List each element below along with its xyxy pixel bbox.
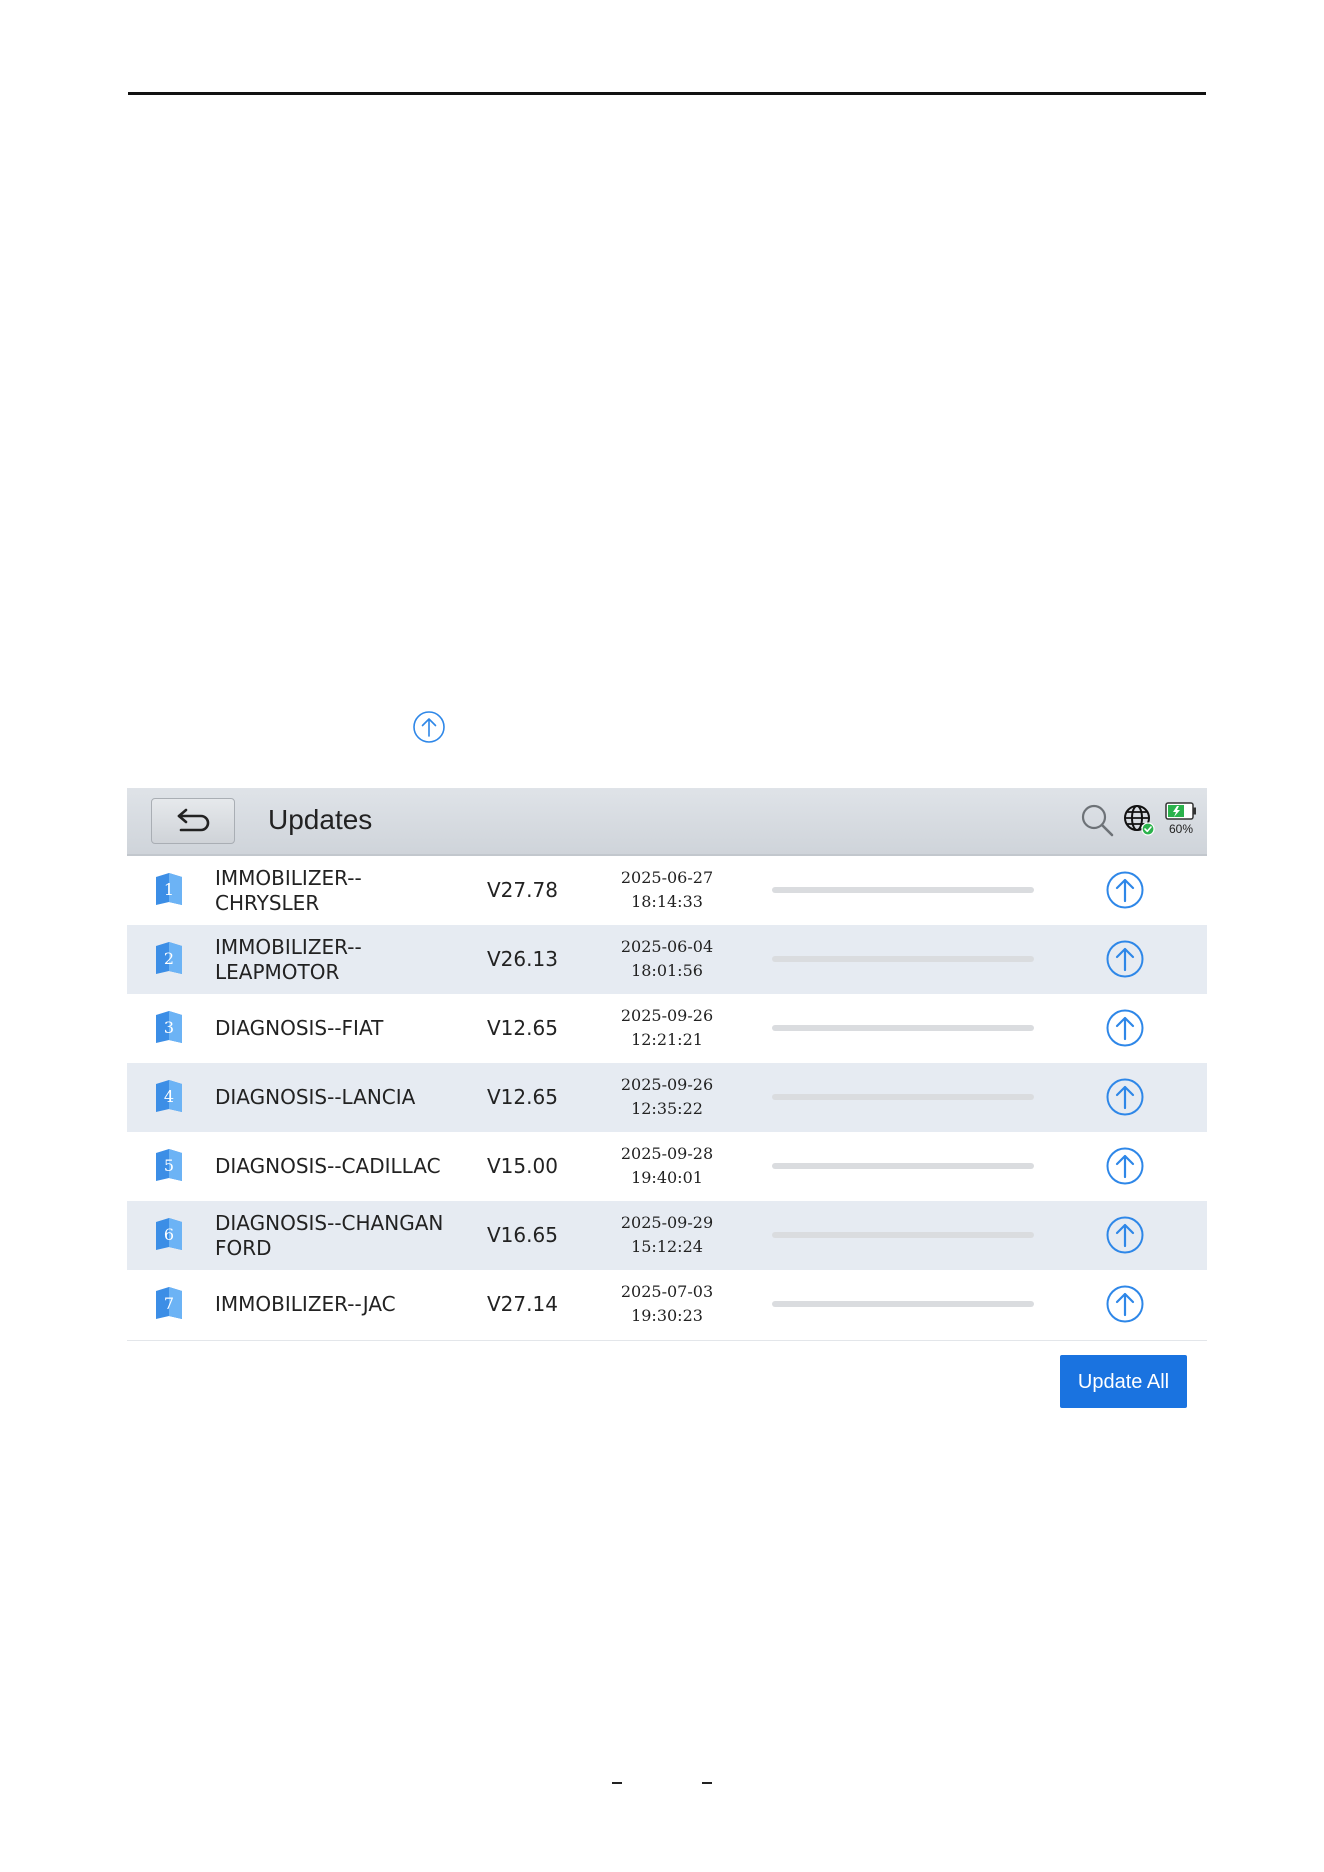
row-time: 19:40:01: [631, 1168, 703, 1187]
table-row: 7 IMMOBILIZER--JAC V27.14 2025-07-03 19:…: [127, 1270, 1207, 1339]
update-all-button[interactable]: Update All: [1060, 1355, 1187, 1408]
folder-badge-icon: 1: [153, 872, 185, 908]
row-date: 2025-06-27: [620, 868, 714, 887]
row-time: 12:21:21: [631, 1030, 703, 1049]
row-time: 18:01:56: [631, 961, 703, 980]
progress-bar: [772, 1301, 1034, 1307]
upload-arrow-icon: [1106, 1285, 1144, 1323]
row-name: IMMOBILIZER--JAC: [215, 1292, 396, 1316]
progress-bar: [772, 1163, 1034, 1169]
update-button[interactable]: [1105, 870, 1145, 910]
table-row: 5 DIAGNOSIS--CADILLAC V15.00 2025-09-28 …: [127, 1132, 1207, 1201]
folder-badge-icon: 3: [153, 1010, 185, 1046]
back-arrow-icon: [173, 808, 213, 834]
update-button[interactable]: [1105, 1146, 1145, 1186]
battery-icon: [1165, 802, 1197, 820]
footer-bar: Update All: [127, 1340, 1207, 1421]
progress-bar: [772, 887, 1034, 893]
upload-arrow-icon: [1106, 1078, 1144, 1116]
search-icon[interactable]: [1080, 803, 1114, 837]
progress-bar: [772, 1094, 1034, 1100]
row-time: 15:12:24: [631, 1237, 703, 1256]
row-index: 4: [163, 1087, 175, 1106]
row-datetime: 2025-09-29 15:12:24: [597, 1211, 737, 1259]
row-index: 2: [163, 949, 175, 968]
row-date: 2025-09-28: [620, 1144, 714, 1163]
row-name: IMMOBILIZER-- CHRYSLER: [215, 865, 362, 915]
row-name: DIAGNOSIS--CADILLAC: [215, 1154, 441, 1178]
row-version: V12.65: [487, 1085, 558, 1109]
row-datetime: 2025-09-28 19:40:01: [597, 1142, 737, 1190]
upload-arrow-icon: [1106, 871, 1144, 909]
globe-icon: [1123, 804, 1155, 836]
row-date: 2025-09-26: [620, 1006, 714, 1025]
row-datetime: 2025-06-27 18:14:33: [597, 866, 737, 914]
update-button[interactable]: [1105, 1284, 1145, 1324]
upload-arrow-icon: [412, 710, 446, 744]
row-name: DIAGNOSIS--CHANGAN FORD: [215, 1210, 444, 1260]
row-datetime: 2025-09-26 12:35:22: [597, 1073, 737, 1121]
title-bar: Updates 60%: [127, 788, 1207, 856]
update-list: 1 IMMOBILIZER-- CHRYSLER V27.78 2025-06-…: [127, 856, 1207, 1339]
progress-bar: [772, 956, 1034, 962]
upload-arrow-icon: [1106, 940, 1144, 978]
update-button[interactable]: [1105, 1077, 1145, 1117]
folder-badge-icon: 4: [153, 1079, 185, 1115]
row-version: V16.65: [487, 1223, 558, 1247]
row-date: 2025-06-04: [620, 937, 714, 956]
folder-badge-icon: 5: [153, 1148, 185, 1184]
folder-badge-icon: 2: [153, 941, 185, 977]
row-index: 3: [163, 1018, 175, 1037]
update-button[interactable]: [1105, 1215, 1145, 1255]
row-version: V27.14: [487, 1292, 558, 1316]
upload-arrow-icon: [1106, 1147, 1144, 1185]
row-datetime: 2025-09-26 12:21:21: [597, 1004, 737, 1052]
row-name: DIAGNOSIS--FIAT: [215, 1016, 384, 1040]
row-name: DIAGNOSIS--LANCIA: [215, 1085, 416, 1109]
folder-badge-icon: 7: [153, 1286, 185, 1322]
table-row: 2 IMMOBILIZER-- LEAPMOTOR V26.13 2025-06…: [127, 925, 1207, 994]
row-version: V12.65: [487, 1016, 558, 1040]
row-index: 6: [163, 1225, 175, 1244]
table-row: 6 DIAGNOSIS--CHANGAN FORD V16.65 2025-09…: [127, 1201, 1207, 1270]
row-index: 5: [163, 1156, 175, 1175]
row-datetime: 2025-07-03 19:30:23: [597, 1280, 737, 1328]
folder-badge-icon: 6: [153, 1217, 185, 1253]
upload-arrow-icon: [1106, 1216, 1144, 1254]
update-button[interactable]: [1105, 939, 1145, 979]
upload-arrow-icon: [1106, 1009, 1144, 1047]
battery-percent: 60%: [1168, 822, 1194, 836]
table-row: 3 DIAGNOSIS--FIAT V12.65 2025-09-26 12:2…: [127, 994, 1207, 1063]
row-date: 2025-09-26: [620, 1075, 714, 1094]
row-date: 2025-07-03: [620, 1282, 714, 1301]
row-date: 2025-09-29: [620, 1213, 714, 1232]
row-version: V26.13: [487, 947, 558, 971]
row-version: V27.78: [487, 878, 558, 902]
page-top-rule: [128, 92, 1206, 95]
row-version: V15.00: [487, 1154, 558, 1178]
row-index: 1: [163, 880, 175, 899]
table-row: 1 IMMOBILIZER-- CHRYSLER V27.78 2025-06-…: [127, 856, 1207, 925]
row-time: 18:14:33: [631, 892, 703, 911]
row-datetime: 2025-06-04 18:01:56: [597, 935, 737, 983]
progress-bar: [772, 1232, 1034, 1238]
page-title: Updates: [268, 804, 373, 835]
update-button[interactable]: [1105, 1008, 1145, 1048]
row-time: 19:30:23: [631, 1306, 703, 1325]
row-index: 7: [163, 1294, 175, 1313]
row-time: 12:35:22: [631, 1099, 703, 1118]
row-name: IMMOBILIZER-- LEAPMOTOR: [215, 934, 362, 984]
updates-screen: Updates 60% 1 IMMOBILIZER-- CHRYSLER V27…: [127, 788, 1207, 1421]
table-row: 4 DIAGNOSIS--LANCIA V12.65 2025-09-26 12…: [127, 1063, 1207, 1132]
page-footer-marks: [612, 1782, 712, 1788]
progress-bar: [772, 1025, 1034, 1031]
back-button[interactable]: [151, 798, 235, 844]
